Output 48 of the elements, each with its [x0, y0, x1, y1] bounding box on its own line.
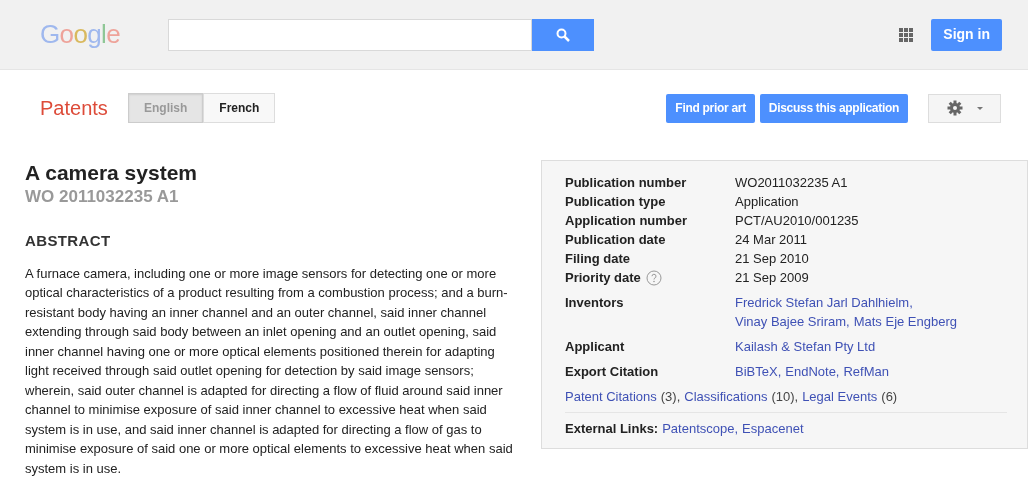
field-value: Application [735, 193, 799, 211]
comma-separator: , [846, 313, 850, 331]
comma-separator: , [909, 294, 913, 312]
link[interactable]: Patent Citations [565, 387, 657, 406]
comma-separator: , [734, 420, 739, 438]
field-label: Publication type [565, 193, 666, 211]
field-label: Application number [565, 212, 688, 230]
search-button[interactable] [532, 18, 594, 51]
link[interactable]: Kailash & Stefan Pty Ltd [735, 337, 876, 356]
link[interactable]: EndNote [785, 362, 836, 381]
field-value: 21 Sep 2009 [735, 269, 809, 287]
settings-button[interactable] [928, 93, 1001, 123]
link[interactable]: RefMan [843, 362, 889, 381]
section-heading: ABSTRACT [25, 231, 111, 251]
field-value: 21 Sep 2010 [735, 250, 809, 268]
link[interactable]: Legal Events [802, 387, 878, 406]
help-icon[interactable] [645, 269, 662, 286]
search-icon [556, 27, 570, 42]
abstract-paragraph: A furnace camera, including one or more image sensors for detecting one or more optical characteristics of a product resulting from a combustion process; and a burn-resistant body having an inner channel and an outer channel, said inner channel extending through said body between an inlet opening and an outlet opening, said inner channel having one or more optical elements positioned therein for adapting light received through said outlet opening for detection by said image sensors; wherein, said outer channel is adapted for directing a flow of fluid around said inner channel to minimise exposure of said inner channel to excessive heat when said system is in use, and said inner channel is adapted for directing a flow of gas to minimise exposure of said one or more optical elements to excessive heat when said system is in use. [25, 264, 514, 478]
count-label: (10) [771, 388, 795, 406]
field-label: Publication date [565, 231, 666, 249]
comma-separator: , [835, 363, 840, 381]
field-label: External Links: [565, 420, 659, 438]
link[interactable]: Classifications [684, 387, 768, 406]
field-value: WO2011032235 A1 [735, 174, 848, 192]
count-label: (6) [881, 388, 898, 406]
language-tab[interactable]: French [203, 93, 276, 123]
field-label: Filing date [565, 250, 630, 268]
field-value: PCT/AU2010/001235 [735, 212, 859, 230]
field-label: Priority date [565, 269, 641, 287]
link[interactable]: BiBTeX [735, 362, 778, 381]
patent-title: A camera system [25, 160, 197, 186]
patent-number: WO 2011032235 A1 [25, 186, 179, 208]
comma-separator: , [794, 388, 799, 406]
patents-title: Patents [40, 96, 109, 121]
field-label: Export Citation [565, 363, 659, 381]
caret-icon [976, 106, 983, 110]
link[interactable]: Espacenet [742, 419, 804, 438]
count-label: (3) [660, 388, 677, 406]
field-label: Publication number [565, 174, 687, 192]
field-label: Inventors [565, 294, 624, 312]
apps-grid-icon[interactable] [899, 27, 914, 42]
settings-icon [946, 100, 963, 116]
field-label: Applicant [565, 338, 625, 356]
comma-separator: , [676, 388, 681, 406]
field-value: 24 Mar 2011 [735, 231, 808, 249]
link[interactable]: Mats Eje Engberg [853, 312, 957, 331]
comma-separator: , [777, 363, 782, 381]
